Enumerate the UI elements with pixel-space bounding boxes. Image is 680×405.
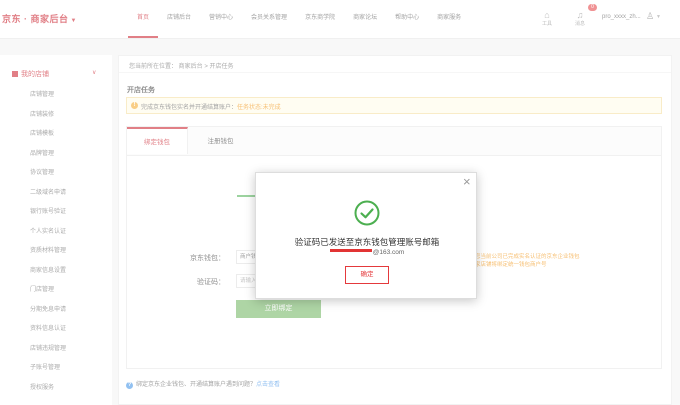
email-redaction — [329, 249, 372, 252]
dialog-message: 验证码已发送至京东钱包管理账号邮箱 — [294, 237, 440, 247]
email-domain: @163.com — [372, 249, 405, 256]
confirm-button[interactable]: 确定 — [345, 266, 389, 284]
success-check-icon — [354, 200, 380, 226]
close-icon[interactable]: × — [463, 175, 471, 189]
verification-dialog: × 验证码已发送至京东钱包管理账号邮箱 @163.com 确定 — [255, 172, 477, 299]
masked-email: @163.com — [256, 249, 478, 256]
